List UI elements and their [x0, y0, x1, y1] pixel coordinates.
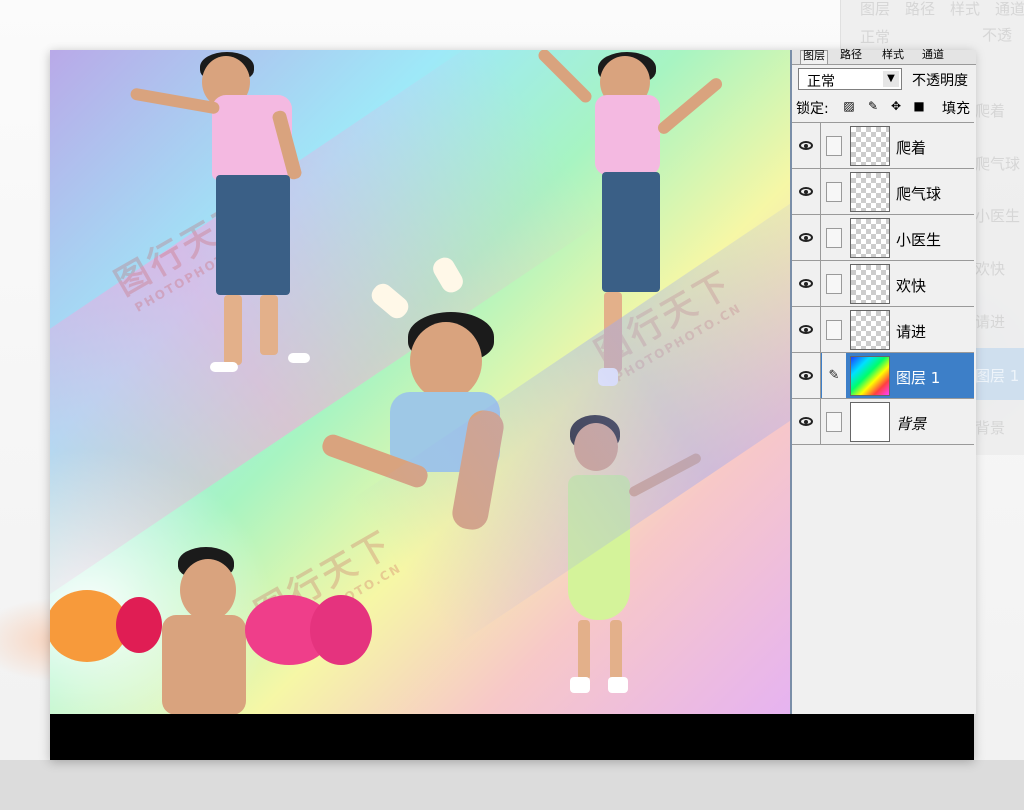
- tab-paths[interactable]: 路径: [838, 49, 864, 63]
- layer-name: 欢快: [896, 277, 927, 295]
- ghost-tab-paths: 路径: [905, 0, 936, 18]
- layer-thumbnail: [850, 356, 890, 396]
- link-box: [826, 227, 842, 248]
- layer-name: 背景: [896, 415, 927, 433]
- visibility-toggle[interactable]: [792, 215, 821, 260]
- dropdown-arrow-icon: ▼: [883, 71, 899, 87]
- link-cell[interactable]: [822, 169, 846, 214]
- eye-icon: [799, 325, 813, 334]
- lock-position-move-icon[interactable]: ✥: [889, 99, 903, 113]
- layer-thumbnail: [850, 172, 890, 212]
- link-cell[interactable]: [822, 399, 846, 444]
- layer-thumbnail: [850, 264, 890, 304]
- layer-row[interactable]: 爬气球: [792, 169, 974, 215]
- paintbrush-icon: ✎: [828, 368, 840, 383]
- tab-styles[interactable]: 样式: [880, 49, 906, 63]
- link-cell[interactable]: [822, 261, 846, 306]
- link-box: [826, 181, 842, 202]
- panel-empty-area: [792, 476, 976, 714]
- link-box: [826, 411, 842, 432]
- link-box: [826, 273, 842, 294]
- fill-label: 填充: [942, 101, 970, 117]
- layer-name: 图层 1: [896, 369, 941, 387]
- ghost-tab-layers: 图层: [860, 0, 891, 18]
- magenta-balloon: [310, 595, 372, 665]
- ghost-tab-styles: 样式: [950, 0, 981, 18]
- status-bar: [50, 714, 974, 760]
- layer-row-selected[interactable]: ✎ 图层 1: [792, 353, 974, 399]
- ghost-opacity: 不透: [982, 26, 1013, 44]
- layer-row[interactable]: 背景: [792, 399, 974, 445]
- link-cell[interactable]: [822, 307, 846, 352]
- layer-name: 爬气球: [896, 185, 942, 203]
- layer-name: 爬着: [896, 139, 927, 157]
- layer-name: 请进: [896, 323, 927, 341]
- visibility-toggle[interactable]: [792, 353, 821, 398]
- layers-panel: 图层 路径 样式 通道 正常 ▼ 不透明度 锁定: ▨ ✎ ✥ ■ 填充 爬着: [790, 49, 976, 714]
- ghost-layer-7: 背景: [975, 419, 1006, 437]
- visibility-toggle[interactable]: [792, 307, 821, 352]
- ghost-layer-4: 欢快: [975, 260, 1006, 278]
- lock-row: 锁定: ▨ ✎ ✥ ■ 填充: [792, 94, 976, 118]
- red-balloon: [116, 597, 162, 653]
- background-band: [0, 760, 1024, 810]
- link-box: [826, 135, 842, 156]
- visibility-toggle[interactable]: [792, 169, 821, 214]
- ghost-layer-2: 爬气球: [975, 155, 1021, 173]
- lock-label: 锁定:: [796, 101, 829, 117]
- ghost-layer-1: 爬着: [975, 102, 1006, 120]
- eye-icon: [799, 141, 813, 150]
- blend-mode-value: 正常: [807, 74, 835, 90]
- link-cell[interactable]: [822, 215, 846, 260]
- eye-icon: [799, 417, 813, 426]
- eye-icon: [799, 371, 813, 380]
- layer-thumbnail: [850, 218, 890, 258]
- link-cell[interactable]: ✎: [822, 353, 846, 398]
- eye-icon: [799, 279, 813, 288]
- tab-channels[interactable]: 通道: [920, 49, 946, 63]
- visibility-toggle[interactable]: [792, 261, 821, 306]
- layer-list: 爬着 爬气球 小医生 欢快 请进 ✎ 图层 1 背景: [792, 122, 974, 445]
- visibility-toggle[interactable]: [792, 123, 821, 168]
- eye-icon: [799, 187, 813, 196]
- layer-row[interactable]: 欢快: [792, 261, 974, 307]
- layer-row[interactable]: 小医生: [792, 215, 974, 261]
- panel-tab-row: 图层 路径 样式 通道: [792, 49, 976, 65]
- layer-thumbnail: [850, 126, 890, 166]
- layer-thumbnail: [850, 402, 890, 442]
- lock-paint-brush-icon[interactable]: ✎: [866, 99, 880, 113]
- lock-transparency-icon[interactable]: ▨: [842, 99, 856, 113]
- ghost-layer-6: 图层 1: [975, 367, 1020, 385]
- ghost-blend: 正常: [860, 28, 891, 46]
- opacity-label: 不透明度: [912, 73, 968, 89]
- ghost-layer-5: 请进: [975, 313, 1006, 331]
- blend-mode-select[interactable]: 正常 ▼: [798, 68, 902, 90]
- layer-row[interactable]: 爬着: [792, 123, 974, 169]
- ghost-tab-channels: 通道: [995, 0, 1024, 18]
- link-cell[interactable]: [822, 123, 846, 168]
- layer-row[interactable]: 请进: [792, 307, 974, 353]
- visibility-toggle[interactable]: [792, 399, 821, 444]
- tab-layers[interactable]: 图层: [800, 50, 828, 64]
- eye-icon: [799, 233, 813, 242]
- link-box: [826, 319, 842, 340]
- document-canvas[interactable]: 图行天下 PHOTOPHOTO.CN 图行天下 PHOTOPHOTO.CN 图行天下…: [50, 50, 790, 714]
- lock-all-padlock-icon[interactable]: ■: [912, 99, 926, 113]
- photoshop-window: 图行天下 PHOTOPHOTO.CN 图行天下 PHOTOPHOTO.CN 图行天下…: [50, 49, 976, 760]
- layer-thumbnail: [850, 310, 890, 350]
- ghost-layer-3: 小医生: [975, 207, 1021, 225]
- layer-name: 小医生: [896, 231, 942, 249]
